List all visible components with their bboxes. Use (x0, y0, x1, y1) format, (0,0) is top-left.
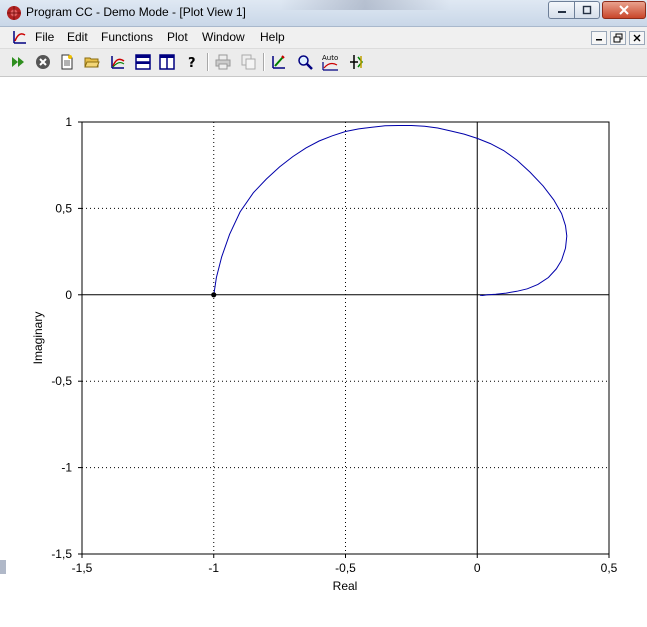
menu-window[interactable]: Window (202, 30, 245, 44)
maximize-button[interactable] (574, 1, 600, 19)
minimize-button[interactable] (548, 1, 575, 19)
new-document-icon (61, 54, 73, 70)
x-tick-label: -1,5 (72, 561, 93, 575)
menu-functions[interactable]: Functions (101, 30, 153, 44)
nyquist-plot: -1,5 -1 -0,5 0 0,5 -1,5 -1 -0,5 0 0,5 1 Real Imagi… (31, 115, 618, 593)
x-tick-label: 0,5 (601, 561, 618, 575)
auto-scale-button[interactable]: Auto (320, 52, 340, 72)
y-tick-label: -1,5 (51, 547, 72, 561)
tile-horizontal-icon (135, 54, 151, 70)
close-icon (619, 5, 629, 15)
edit-plot-icon (272, 55, 285, 69)
x-tick-label: -0,5 (335, 561, 356, 575)
toolbar: ? Auto (0, 49, 647, 77)
new-document-button[interactable] (57, 52, 77, 72)
close-button[interactable] (602, 1, 646, 19)
stop-icon (36, 55, 50, 69)
menu-file[interactable]: File (35, 30, 54, 44)
restore-icon (582, 5, 592, 15)
cursor-button[interactable] (347, 52, 367, 72)
zoom-button[interactable] (295, 52, 315, 72)
minimize-icon (557, 11, 566, 13)
auto-scale-icon: Auto (322, 54, 338, 71)
run-button[interactable] (8, 52, 28, 72)
y-axis-label: Imaginary (31, 312, 45, 365)
close-icon (633, 34, 641, 42)
mdi-restore-button[interactable] (610, 31, 626, 45)
toolbar-separator (207, 53, 209, 71)
help-button[interactable]: ? (182, 52, 202, 72)
x-tick-label: -1 (208, 561, 219, 575)
x-tick-label: 0 (474, 561, 481, 575)
mdi-close-button[interactable] (629, 31, 645, 45)
window-title: Program CC - Demo Mode - [Plot View 1] (26, 5, 246, 19)
y-tick-label: 1 (65, 115, 72, 129)
toolbar-separator (263, 53, 265, 71)
print-button[interactable] (213, 52, 233, 72)
help-icon: ? (188, 56, 196, 70)
menu-help[interactable]: Help (260, 30, 285, 44)
edit-plot-button[interactable] (269, 52, 289, 72)
open-folder-icon (84, 57, 100, 68)
run-icon (12, 57, 24, 67)
open-folder-button[interactable] (82, 52, 102, 72)
menu-bar: File Edit Functions Plot Window Help (0, 27, 647, 49)
y-tick-label: -0,5 (51, 374, 72, 388)
tile-vertical-button[interactable] (157, 52, 177, 72)
menu-edit[interactable]: Edit (67, 30, 88, 44)
copy-button[interactable] (239, 52, 259, 72)
cursor-icon (350, 55, 363, 69)
svg-text:?: ? (188, 56, 196, 70)
critical-point-marker (211, 292, 217, 298)
app-logo-icon (6, 5, 22, 21)
y-tick-label: -1 (61, 461, 72, 475)
tile-vertical-icon (159, 54, 175, 70)
background-window-strip (280, 0, 450, 10)
stop-button[interactable] (33, 52, 53, 72)
auto-label: Auto (322, 54, 338, 62)
menu-plot[interactable]: Plot (167, 30, 188, 44)
plot-button[interactable] (108, 52, 128, 72)
title-bar: Program CC - Demo Mode - [Plot View 1] (0, 0, 647, 27)
document-system-menu-icon[interactable] (12, 29, 28, 45)
tile-horizontal-button[interactable] (133, 52, 153, 72)
minimize-icon (596, 39, 602, 41)
window-edge-artifact (0, 560, 6, 574)
copy-icon (241, 54, 256, 70)
mdi-minimize-button[interactable] (591, 31, 607, 45)
zoom-icon (298, 55, 313, 70)
print-icon (215, 54, 231, 70)
y-tick-label: 0,5 (55, 201, 72, 215)
plot-icon (111, 56, 125, 69)
x-axis-label: Real (333, 579, 358, 593)
y-tick-label: 0 (65, 288, 72, 302)
restore-icon (613, 33, 623, 43)
